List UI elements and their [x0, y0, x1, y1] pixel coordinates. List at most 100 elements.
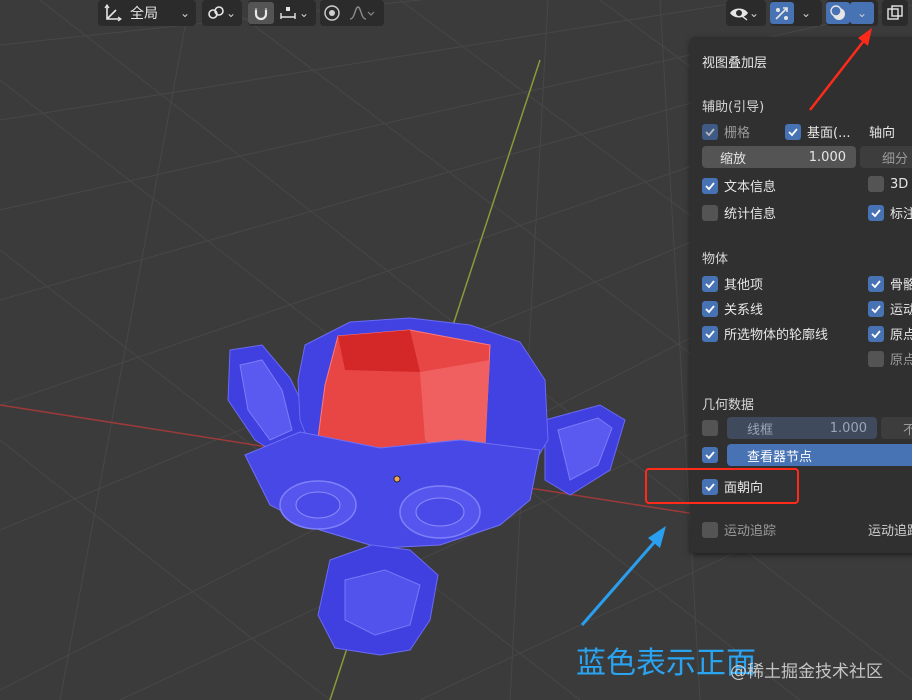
- overlays-group: ⌄: [826, 0, 878, 26]
- watermark-text: @稀土掘金技术社区: [730, 662, 883, 682]
- 3d-cursor-label: 3D: [890, 176, 909, 192]
- orientation-axes-icon: [104, 4, 122, 22]
- snap-increment-icon: [279, 5, 299, 21]
- annotations-label: 标注: [890, 207, 912, 222]
- overlays-toggle-button[interactable]: [826, 2, 850, 24]
- checkbox-check-icon: [868, 275, 884, 292]
- transform-orientation-dropdown[interactable]: 全局 ⌄: [98, 0, 196, 26]
- viewer-node-label: 查看器节点: [747, 449, 813, 465]
- origins-label: 原点: [890, 328, 912, 343]
- overlays-circles-icon: [829, 4, 847, 22]
- 3d-cursor-checkbox[interactable]: 3D: [868, 176, 908, 192]
- checkbox-check-icon: [702, 123, 718, 140]
- snapping-group: ⌄: [248, 0, 316, 26]
- statistics-checkbox[interactable]: 统计信息: [702, 203, 776, 222]
- scale-label: 缩放: [720, 151, 747, 167]
- outline-selected-label: 所选物体的轮廓线: [724, 328, 829, 343]
- checkbox-check-icon: [702, 325, 718, 342]
- face-orientation-label: 面朝向: [724, 481, 764, 496]
- falloff-curve-icon: [349, 5, 375, 21]
- visibility-dropdown[interactable]: ⌄: [726, 0, 766, 26]
- checkbox-check-icon: [702, 478, 718, 495]
- checkbox-check-icon: [702, 447, 718, 463]
- chevron-down-icon: ⌄: [856, 6, 868, 20]
- relationship-lines-label: 关系线: [724, 303, 764, 318]
- extras-label: 其他项: [724, 278, 764, 293]
- panel-title: 视图叠加层: [702, 56, 768, 71]
- relationship-lines-checkbox[interactable]: 关系线: [702, 299, 763, 318]
- proportional-editing-toggle[interactable]: [320, 2, 344, 24]
- bones-checkbox[interactable]: 骨骼: [868, 274, 912, 293]
- grid-label: 栅格: [724, 126, 751, 141]
- viewer-node-field[interactable]: 查看器节点: [727, 444, 912, 466]
- checkbox-check-icon: [785, 123, 801, 140]
- axes-label[interactable]: 轴向: [869, 122, 895, 141]
- origins-checkbox[interactable]: 原点: [868, 324, 912, 343]
- snap-target-dropdown[interactable]: ⌄: [274, 2, 314, 24]
- checkbox-empty-icon: [702, 521, 718, 538]
- floor-checkbox[interactable]: 基面(...: [785, 122, 850, 141]
- geometry-header: 几何数据: [702, 398, 755, 413]
- origins-all-checkbox[interactable]: 原点: [868, 349, 912, 368]
- extras-checkbox[interactable]: 其他项: [702, 274, 763, 293]
- chevron-down-icon: ⌄: [800, 6, 812, 20]
- guides-header: 辅助(引导): [702, 100, 765, 115]
- viewer-node-checkbox[interactable]: [702, 447, 724, 463]
- xray-alpha-label: 不: [903, 422, 912, 438]
- eye-icon: [729, 5, 749, 21]
- chevron-down-icon: ⌄: [179, 6, 190, 20]
- text-info-checkbox[interactable]: 文本信息: [702, 176, 776, 195]
- chevron-down-icon: ⌄: [749, 6, 760, 20]
- pivot-link-icon: [206, 4, 226, 22]
- origins-all-label: 原点: [890, 353, 912, 368]
- gizmo-toggle-button[interactable]: [770, 2, 794, 24]
- magnet-icon: [252, 4, 270, 22]
- grid-checkbox[interactable]: 栅格: [702, 122, 750, 141]
- checkbox-check-icon: [868, 300, 884, 317]
- floor-label: 基面(...: [807, 126, 851, 141]
- subdivisions-label: 细分: [882, 151, 909, 167]
- motion-paths-checkbox[interactable]: 运动: [868, 299, 912, 318]
- checkbox-check-icon: [868, 204, 884, 221]
- text-info-label: 文本信息: [724, 180, 777, 195]
- gizmo-arrows-icon: [773, 4, 791, 22]
- outline-selected-checkbox[interactable]: 所选物体的轮廓线: [702, 324, 828, 343]
- checkbox-empty-icon: [702, 204, 718, 221]
- xray-squares-icon: [886, 4, 904, 22]
- grid-scale-field[interactable]: 缩放 1.000: [702, 146, 856, 168]
- face-orientation-checkbox[interactable]: 面朝向: [702, 477, 763, 496]
- motion-tracking-right-label: 运动追踪: [868, 524, 912, 539]
- checkbox-check-icon: [702, 300, 718, 317]
- annotations-checkbox[interactable]: 标注: [868, 203, 912, 222]
- wireframe-checkbox[interactable]: [702, 420, 724, 436]
- xray-toggle-button[interactable]: [882, 0, 908, 26]
- xray-alpha-field[interactable]: 不: [881, 417, 912, 439]
- subdivisions-field[interactable]: 细分: [860, 146, 912, 168]
- gizmo-dropdown[interactable]: ⌄: [794, 2, 818, 24]
- motion-tracking-label: 运动追踪: [724, 524, 777, 539]
- bones-label: 骨骼: [890, 278, 912, 293]
- checkbox-check-icon: [702, 177, 718, 194]
- checkbox-empty-icon: [702, 420, 718, 436]
- motion-tracking-checkbox[interactable]: 运动追踪: [702, 520, 776, 539]
- orientation-label: 全局: [130, 6, 158, 22]
- motion-paths-label: 运动: [890, 303, 912, 318]
- statistics-label: 统计信息: [724, 207, 777, 222]
- scale-value: 1.000: [808, 149, 846, 165]
- chevron-down-icon: ⌄: [298, 6, 310, 20]
- pivot-point-dropdown[interactable]: ⌄: [202, 0, 242, 26]
- checkbox-empty-icon: [868, 350, 884, 367]
- wireframe-value: 1.000: [829, 420, 867, 436]
- checkbox-check-icon: [702, 275, 718, 292]
- falloff-dropdown[interactable]: [344, 2, 380, 24]
- checkbox-empty-icon: [868, 176, 884, 192]
- annotation-caption: 蓝色表示正面: [576, 646, 756, 681]
- chevron-down-icon: ⌄: [226, 6, 237, 20]
- overlays-dropdown-button[interactable]: ⌄: [850, 2, 874, 24]
- snap-toggle-button[interactable]: [248, 2, 274, 24]
- proportional-editing-group: [320, 0, 384, 26]
- wireframe-label: 线框: [747, 422, 774, 438]
- wireframe-threshold-field[interactable]: 线框 1.000: [727, 417, 877, 439]
- proportional-circle-icon: [323, 4, 341, 22]
- gizmo-group: ⌄: [770, 0, 822, 26]
